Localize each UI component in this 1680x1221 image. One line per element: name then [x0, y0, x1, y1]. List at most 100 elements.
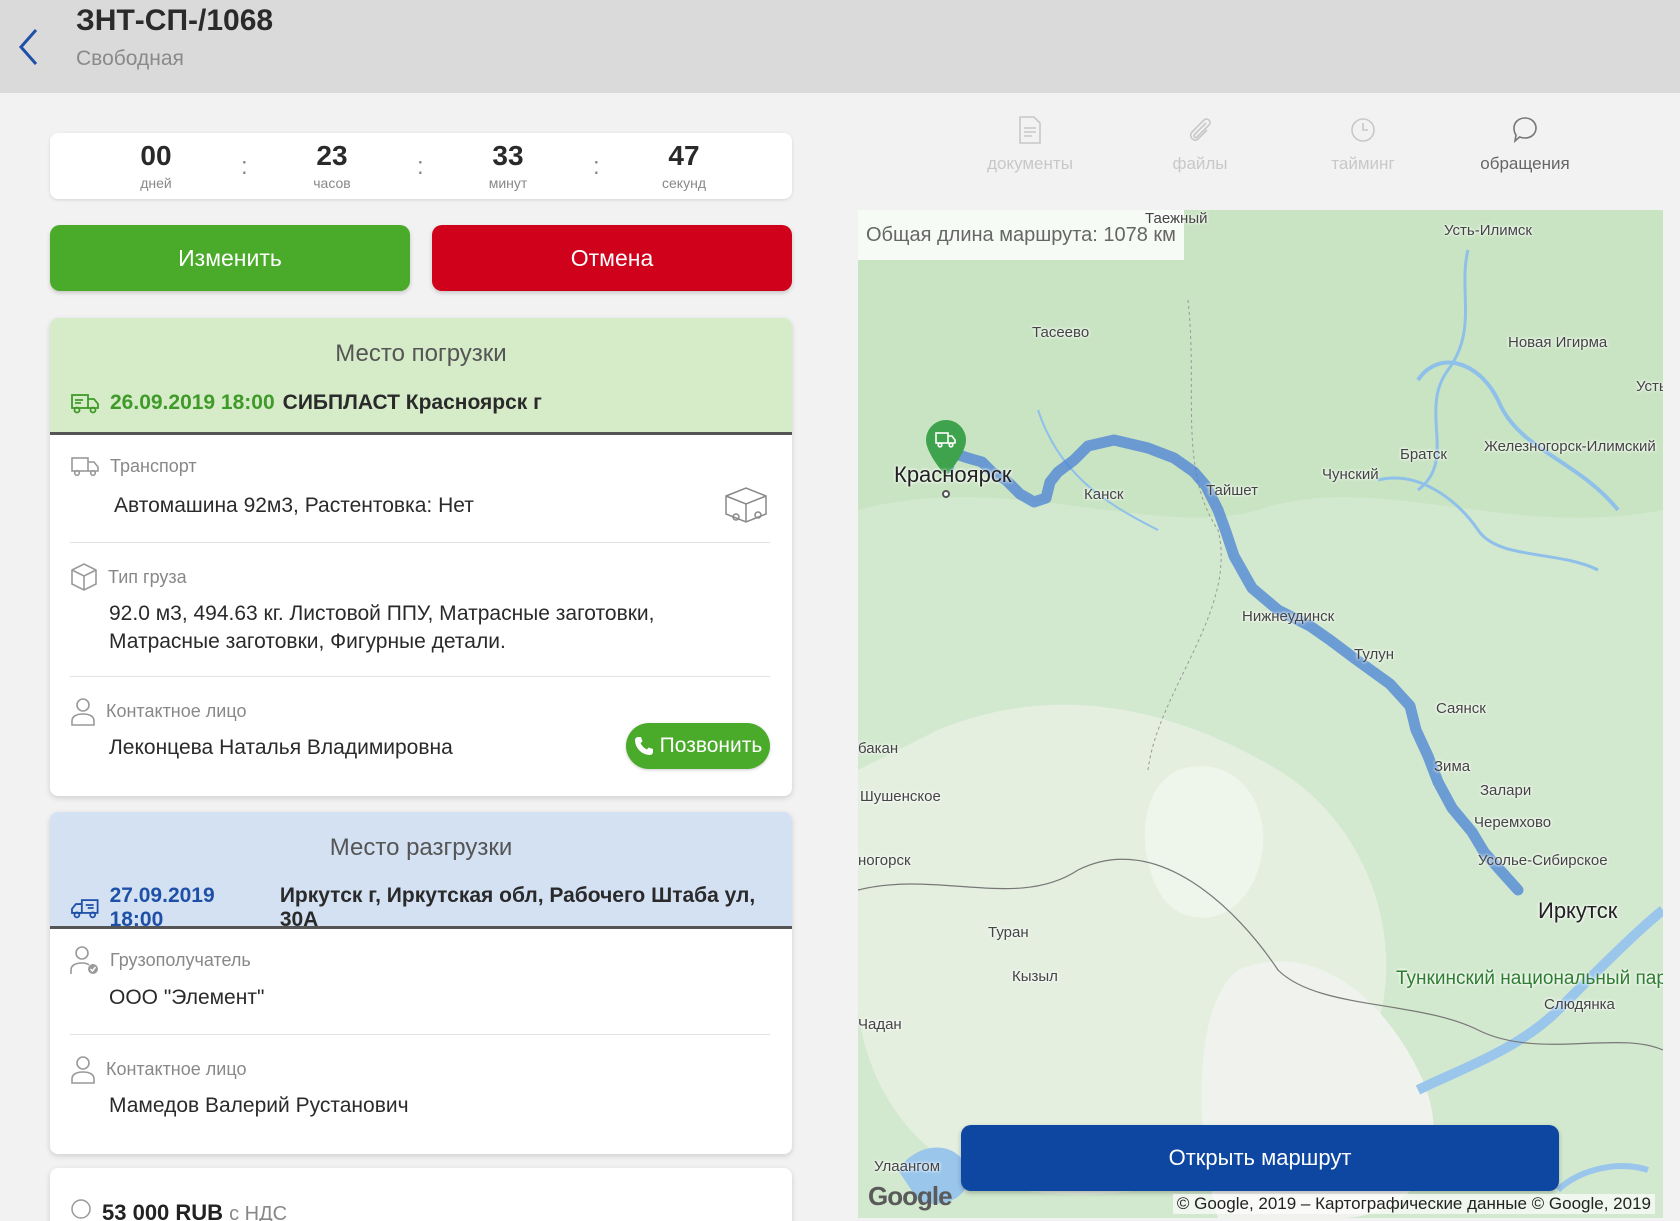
route-map[interactable]: Общая длина маршрута: 1078 км Таежный Ус…: [858, 210, 1663, 1218]
tab-files[interactable]: файлы: [1130, 115, 1270, 174]
timer-seconds: 47 секунд: [662, 140, 706, 191]
price-vat: с НДС: [229, 1203, 288, 1221]
loading-card: Место погрузки 26.09.2019 18:00 СИБПЛАСТ…: [50, 318, 792, 796]
loading-date: 26.09.2019 18:00: [110, 391, 275, 414]
price-row: 53 000 RUB с НДС: [70, 1198, 287, 1221]
map-copyright: © Google, 2019 – Картографические данные…: [1172, 1194, 1655, 1214]
city-label: Тайшет: [1206, 482, 1258, 499]
consignee-value: ООО "Элемент": [109, 986, 265, 1009]
app-header: ЗНТ-СП-/1068 Свободная: [0, 0, 1680, 93]
back-button[interactable]: [10, 22, 46, 72]
city-label: Туран: [988, 924, 1029, 941]
price-amount: 53 000 RUB: [102, 1200, 224, 1221]
timer-hours: 23 часов: [313, 140, 351, 191]
city-label: Тулун: [1354, 646, 1395, 663]
paperclip-icon: [1189, 118, 1211, 141]
ruble-icon: [71, 1199, 91, 1219]
header-divider: [50, 926, 792, 929]
row-divider: [70, 676, 770, 677]
cancel-button[interactable]: Отмена: [432, 225, 792, 291]
loading-title: Место погрузки: [335, 340, 507, 367]
call-button[interactable]: Позвонить: [626, 723, 770, 769]
unloading-address: Иркутск г, Иркутская обл, Рабочего Штаба…: [279, 884, 756, 931]
city-label: Тасеево: [1032, 324, 1090, 341]
timer-separator: :: [417, 153, 424, 180]
truck-loading-icon: [71, 394, 99, 414]
unloading-title: Место разгрузки: [329, 834, 513, 861]
chat-bubble-icon: [1513, 117, 1537, 144]
city-label: Железногорск-Илимский: [1484, 438, 1656, 455]
chevron-left-icon: [18, 29, 38, 65]
detail-tabs: документы файлы тайминг обращения: [960, 115, 1600, 185]
person-check-icon: [70, 944, 100, 976]
page-title: ЗНТ-СП-/1068: [76, 4, 274, 37]
city-label: Слюдянка: [1544, 996, 1615, 1013]
clock-icon: [1351, 118, 1375, 142]
city-label: Чадан: [858, 1016, 902, 1033]
phone-icon: [634, 737, 653, 755]
city-label: Нижнеудинск: [1242, 608, 1335, 625]
cargo-value: 92.0 м3, 494.63 кг. Листовой ППУ, Матрас…: [109, 602, 655, 653]
timer-minutes: 33 минут: [488, 140, 528, 191]
tab-requests[interactable]: обращения: [1455, 115, 1595, 174]
unloading-card: Место разгрузки 27.09.2019 18:00 Иркутск…: [50, 812, 792, 1154]
loading-address: СИБПЛАСТ Красноярск г: [282, 391, 542, 414]
city-label: Кызыл: [1012, 968, 1058, 985]
city-label: Саянск: [1436, 700, 1486, 717]
person-icon: [70, 696, 96, 726]
tab-timing[interactable]: тайминг: [1293, 115, 1433, 174]
row-divider: [70, 1034, 770, 1035]
document-icon: [1019, 116, 1041, 144]
price-card: 53 000 RUB с НДС: [50, 1168, 792, 1221]
timer-days: 00 дней: [140, 140, 172, 191]
person-icon: [70, 1054, 96, 1084]
city-label: Усть-І: [1636, 378, 1663, 395]
google-logo: Google: [868, 1181, 953, 1211]
edit-button[interactable]: Изменить: [50, 225, 410, 291]
tab-documents[interactable]: документы: [960, 115, 1100, 174]
timer-separator: :: [593, 153, 600, 180]
city-label: Чунский: [1322, 466, 1379, 483]
city-label: Таежный: [1145, 210, 1208, 227]
city-label: Усть-Илимск: [1444, 222, 1532, 239]
city-label-krasnoyarsk: Красноярск: [894, 462, 1012, 487]
box-icon: [70, 562, 98, 592]
unloading-summary: 27.09.2019 18:00 Иркутск г, Иркутская об…: [70, 884, 792, 932]
unloading-date: 27.09.2019 18:00: [109, 884, 215, 931]
city-label: Братск: [1400, 446, 1447, 463]
loading-contact-label: Контактное лицо: [70, 696, 246, 726]
map-dot: [942, 490, 950, 498]
transport-label: Транспорт: [70, 454, 197, 478]
unloading-contact-value: Мамедов Валерий Рустанович: [109, 1094, 409, 1117]
city-label: Усолье-Сибирское: [1478, 852, 1608, 869]
map-terrain: [858, 210, 1663, 1218]
city-label: Черемхово: [1474, 814, 1552, 831]
truck-icon: [70, 454, 100, 478]
transport-value: Автомашина 92м3, Растентовка: Нет: [114, 494, 474, 517]
city-label: бакан: [858, 740, 899, 757]
open-route-button[interactable]: Открыть маршрут: [961, 1125, 1559, 1191]
row-divider: [70, 542, 770, 543]
header-divider: [50, 432, 792, 435]
park-label: Тункинский национальный парк: [1396, 968, 1663, 989]
city-label: Новая Игирма: [1508, 334, 1608, 351]
loading-header: Место погрузки 26.09.2019 18:00 СИБПЛАСТ…: [50, 318, 792, 434]
city-label: Улаангом: [874, 1158, 941, 1175]
truck-unloading-icon: [71, 899, 99, 919]
page-subtitle: Свободная: [76, 47, 184, 70]
truck-box-icon: [722, 484, 770, 529]
city-label: Шушенское: [860, 788, 941, 805]
loading-summary: 26.09.2019 18:00 СИБПЛАСТ Красноярск г: [70, 390, 542, 416]
cargo-label: Тип груза: [70, 562, 187, 592]
unloading-contact-label: Контактное лицо: [70, 1054, 246, 1084]
route-length: Общая длина маршрута: 1078 км: [858, 210, 1184, 260]
city-label: Залари: [1480, 782, 1532, 799]
city-label-irkutsk: Иркутск: [1538, 898, 1618, 923]
consignee-label: Грузополучатель: [70, 944, 251, 976]
city-label: ногорск: [858, 852, 911, 869]
countdown-timer: 00 дней : 23 часов : 33 минут : 47 секун…: [50, 133, 792, 199]
city-label: Зима: [1434, 758, 1471, 775]
city-label: Канск: [1084, 486, 1124, 503]
unloading-header: Место разгрузки 27.09.2019 18:00 Иркутск…: [50, 812, 792, 931]
timer-separator: :: [241, 153, 248, 180]
